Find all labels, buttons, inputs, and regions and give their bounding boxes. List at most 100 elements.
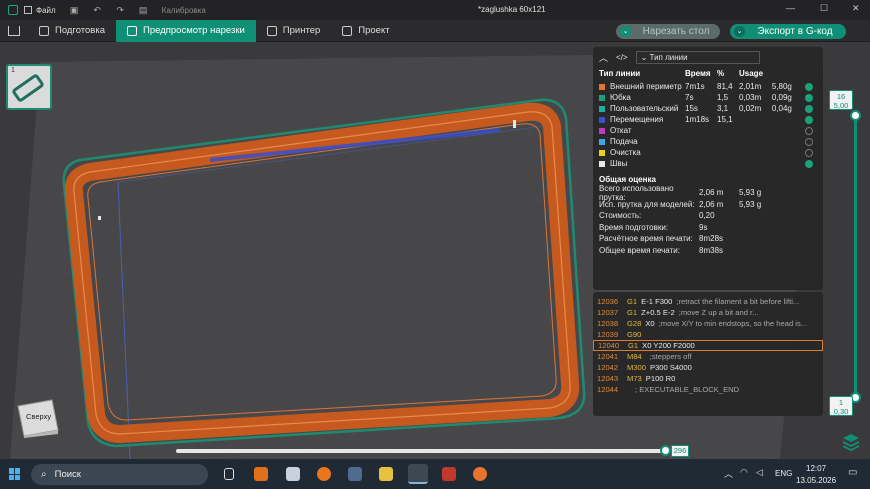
- slicer-app-icon[interactable]: [408, 464, 428, 484]
- taskbar-search[interactable]: ⌕ Поиск: [31, 464, 208, 485]
- legend-row[interactable]: Подача: [593, 136, 817, 147]
- summary-row: Время подготовки: 9s: [593, 222, 823, 234]
- gcode-line[interactable]: 12037 G1 Z+0.5 E-2 ;move Z up a bit and r..…: [593, 307, 823, 318]
- legend-row-name: Перемещения: [610, 115, 664, 124]
- legend-color-swatch: [599, 127, 605, 134]
- file-explorer-icon[interactable]: [379, 467, 393, 481]
- legend-row[interactable]: Внешний периметр 7m1s 81,4 2,01m 5,80g: [593, 81, 817, 92]
- legend-row[interactable]: Пользовательский 15s 3,1 0,02m 0,04g: [593, 103, 817, 114]
- layer-slider[interactable]: 16 5,00 1 0,30: [829, 90, 861, 420]
- legend-row-time: 7m1s: [685, 82, 705, 91]
- gcode-line[interactable]: 12044 ; EXECUTABLE_BLOCK_END: [593, 384, 823, 395]
- legend-row[interactable]: Швы: [593, 158, 817, 169]
- file-menu-button[interactable]: Файл: [24, 6, 56, 15]
- view-cube[interactable]: Сверху: [14, 394, 60, 438]
- network-icon[interactable]: ◠: [740, 467, 748, 478]
- gcode-line-number: 12039: [597, 330, 619, 339]
- plate-thumbnail[interactable]: 1: [6, 64, 52, 110]
- gcode-line-number: 12044: [597, 385, 619, 394]
- visibility-toggle-icon[interactable]: [804, 93, 813, 102]
- tab-preview[interactable]: Предпросмотр нарезки: [116, 19, 256, 42]
- gcode-panel[interactable]: 12036 G1 E-1 F300 ;retract the filament a b…: [593, 292, 823, 416]
- visibility-toggle-icon[interactable]: [804, 148, 813, 157]
- close-icon[interactable]: ✕: [852, 3, 860, 14]
- legend-row-percent: 81,4: [717, 82, 733, 91]
- redo-icon[interactable]: ↷: [116, 5, 125, 15]
- legend-row-percent: 15,1: [717, 115, 733, 124]
- speaker-icon[interactable]: ◁: [756, 467, 763, 478]
- clock-time[interactable]: 12:07: [806, 464, 826, 473]
- gcode-line[interactable]: 12038 G28 X0 ;move X/Y to min endstops, so …: [593, 318, 823, 329]
- save-icon[interactable]: ▣: [70, 5, 79, 15]
- clock-date[interactable]: 13.05.2026: [796, 476, 836, 485]
- export-gcode-button[interactable]: ⌄ Экспорт в G-код: [730, 24, 846, 39]
- notifications-icon[interactable]: ▭: [848, 467, 857, 478]
- view-type-select[interactable]: ⌄ Тип линии: [635, 50, 760, 64]
- windows-start-icon[interactable]: [9, 468, 21, 480]
- legend-row[interactable]: Юбка 7s 1,5 0,03m 0,09g: [593, 92, 817, 103]
- legend-row[interactable]: Перемещения 1m18s 15,1: [593, 114, 817, 125]
- move-slider-track: [176, 449, 668, 453]
- visibility-toggle-icon[interactable]: [804, 126, 813, 135]
- maximize-icon[interactable]: ☐: [820, 3, 828, 14]
- summary-value: 0,20: [699, 211, 715, 221]
- tab-printer[interactable]: Принтер: [256, 20, 331, 42]
- legend-row[interactable]: Очистка: [593, 147, 817, 158]
- gcode-line[interactable]: 12039 G90: [593, 329, 823, 340]
- code-toggle-icon[interactable]: </>: [616, 53, 628, 62]
- app-icon-3[interactable]: [442, 467, 456, 481]
- undo-icon[interactable]: ↶: [93, 5, 102, 15]
- home-icon[interactable]: [8, 25, 20, 36]
- calibration-icon[interactable]: ▤: [139, 5, 148, 15]
- summary-row: Стоимость: 0,20: [593, 210, 823, 222]
- tray-chevron-icon[interactable]: ︿: [724, 467, 733, 480]
- gcode-command: M84: [627, 352, 642, 361]
- gcode-line[interactable]: 12041 M84 ;steppers off: [593, 351, 823, 362]
- language-indicator[interactable]: ENG: [775, 469, 792, 478]
- gcode-command: G1: [628, 341, 639, 350]
- summary-row: Общее время печати: 8m38s: [593, 245, 823, 257]
- move-slider[interactable]: 296: [174, 444, 694, 458]
- visibility-toggle-icon[interactable]: [804, 82, 813, 91]
- legend-panel: ︿ </> ⌄ Тип линии Тип линии Время % Usag…: [593, 47, 823, 290]
- visibility-toggle-icon[interactable]: [804, 137, 813, 146]
- visibility-toggle-icon[interactable]: [804, 104, 813, 113]
- layer-slider-top-handle[interactable]: [850, 110, 861, 121]
- legend-row-time: 7s: [685, 93, 694, 102]
- gcode-command: M300: [627, 363, 646, 372]
- visibility-toggle-icon[interactable]: [804, 115, 813, 124]
- move-slider-handle[interactable]: [660, 445, 671, 456]
- gcode-line[interactable]: 12036 G1 E-1 F300 ;retract the filament a b…: [593, 296, 823, 307]
- windows-logo-pane: [9, 474, 14, 480]
- summary-list: Всего использовано прутка: 2,06 m 5,93 g Ис…: [593, 184, 823, 257]
- visibility-toggle-icon[interactable]: [804, 159, 813, 168]
- gcode-comment: ;steppers off: [649, 352, 692, 361]
- legend-row-time: 15s: [685, 104, 698, 113]
- calculator-icon[interactable]: [348, 467, 362, 481]
- tab-project[interactable]: Проект: [331, 20, 400, 42]
- legend-header-row: Тип линии Время % Usage: [593, 67, 817, 81]
- app-icon-1[interactable]: [254, 467, 268, 481]
- gcode-line[interactable]: 12042 M300 P300 S4000: [593, 362, 823, 373]
- summary-value: 2,06 m: [699, 199, 724, 209]
- tab-prepare[interactable]: Подготовка: [28, 20, 116, 42]
- summary-label: Расчётное время печати:: [599, 234, 693, 244]
- minimize-icon[interactable]: —: [786, 3, 795, 13]
- gcode-params: P100 R0: [645, 374, 676, 383]
- firefox-icon[interactable]: [317, 467, 331, 481]
- gcode-line[interactable]: 12043 M73 P100 R0: [593, 373, 823, 384]
- summary-label: Стоимость:: [599, 211, 642, 221]
- gcode-comment: ;move Z up a bit and r...: [678, 308, 759, 317]
- legend-row[interactable]: Откат: [593, 125, 817, 136]
- slice-plate-button[interactable]: ⌄ Нарезать стол: [616, 24, 720, 39]
- layers-stack-top: [843, 434, 859, 442]
- app-icon-2[interactable]: [286, 467, 300, 481]
- calibration-menu[interactable]: Калибровка: [162, 6, 206, 15]
- task-view-icon[interactable]: [224, 468, 234, 480]
- 3d-viewport[interactable]: 1 Сверху ︿ </> ⌄ Тип линии Тип линии Вре…: [0, 42, 870, 459]
- collapse-icon[interactable]: ︿: [599, 51, 608, 64]
- summary-value: 2,06 m: [699, 188, 724, 198]
- app-icon-4[interactable]: [473, 467, 487, 481]
- layers-stack-icon[interactable]: [841, 432, 861, 452]
- gcode-line[interactable]: 12040 G1 X0 Y200 F2000: [593, 340, 823, 351]
